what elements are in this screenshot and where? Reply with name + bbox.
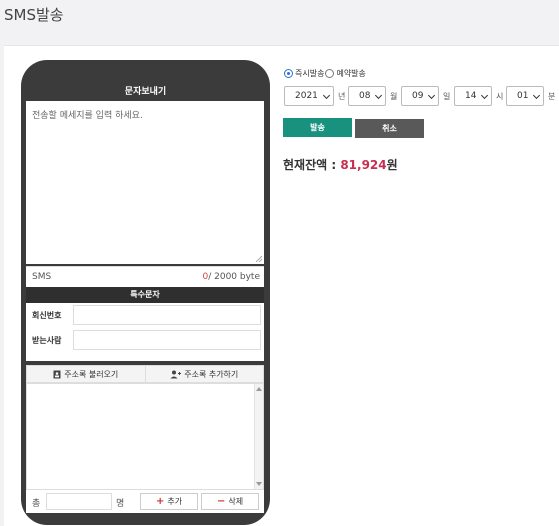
- reserved-label[interactable]: 예약발송: [336, 68, 365, 79]
- plus-icon: +: [155, 496, 165, 507]
- reply-number-row: 회신번호: [26, 303, 264, 327]
- year-unit: 년: [338, 92, 346, 101]
- recipient-row: 받는사람: [26, 328, 264, 352]
- hour-select[interactable]: 14: [454, 86, 492, 106]
- phone-frame: 문자보내기 SMS 0/ 2000 byte 특수문자 회신번호 받는사람: [21, 60, 270, 525]
- current-balance: 현재잔액 : 81,924원: [283, 156, 398, 173]
- balance-amount: 81,924: [340, 158, 387, 172]
- send-button[interactable]: 발송: [283, 118, 352, 137]
- addressbook-buttons: 주소록 불러오기 주소록 추가하기: [26, 365, 264, 383]
- hour-unit: 시: [496, 92, 504, 101]
- add-recipient-button[interactable]: + 추가: [140, 493, 198, 510]
- recipient-count-input[interactable]: [46, 493, 112, 510]
- content-panel: 문자보내기 SMS 0/ 2000 byte 특수문자 회신번호 받는사람: [4, 45, 559, 526]
- minute-value: 01: [517, 91, 529, 101]
- radio-immediate[interactable]: [284, 69, 293, 78]
- byte-counter: 0/ 2000 byte: [203, 272, 261, 282]
- reply-number-input[interactable]: [73, 305, 261, 325]
- day-select[interactable]: 09: [401, 86, 439, 106]
- scroll-up-icon[interactable]: [256, 387, 262, 391]
- balance-unit: 원: [386, 158, 398, 172]
- special-chars-button[interactable]: 특수문자: [26, 287, 264, 303]
- chevron-down-icon: [532, 91, 541, 100]
- day-unit: 일: [443, 92, 451, 101]
- delete-label: 삭제: [228, 497, 244, 506]
- chevron-down-icon: [480, 91, 489, 100]
- month-unit: 월: [390, 92, 398, 101]
- message-mode: SMS: [32, 272, 52, 282]
- year-select[interactable]: 2021: [284, 86, 334, 106]
- add-addressbook-label: 주소록 추가하기: [184, 369, 239, 379]
- minute-select[interactable]: 01: [506, 86, 544, 106]
- reply-number-label: 회신번호: [32, 311, 62, 320]
- total-label: 총: [32, 499, 41, 509]
- balance-label: 현재잔액 :: [283, 158, 341, 172]
- immediate-label[interactable]: 즉시발송: [295, 68, 324, 79]
- recipient-list-scrollbar[interactable]: [254, 384, 263, 489]
- sender-form: 회신번호 받는사람: [26, 303, 264, 361]
- page-title: SMS발송: [4, 6, 64, 24]
- recipient-count-row: 총 명 + 추가 − 삭제: [26, 490, 264, 513]
- phone-title: 문자보내기: [124, 87, 167, 97]
- user-plus-icon: [170, 370, 182, 378]
- message-input[interactable]: [26, 101, 264, 264]
- chevron-down-icon: [322, 91, 331, 100]
- minute-unit: 분: [548, 92, 556, 101]
- cancel-button[interactable]: 취소: [355, 119, 424, 138]
- recipient-input[interactable]: [73, 330, 261, 350]
- send-type-options: 즉시발송 예약발송: [284, 68, 366, 79]
- byte-limit: / 2000 byte: [208, 272, 260, 282]
- minus-icon: −: [216, 496, 226, 507]
- byte-counter-row: SMS 0/ 2000 byte: [26, 266, 264, 287]
- hour-value: 14: [465, 91, 477, 101]
- year-value: 2021: [295, 91, 318, 101]
- radio-reserved[interactable]: [325, 69, 335, 78]
- chevron-down-icon: [374, 91, 383, 100]
- recipient-label: 받는사람: [32, 336, 62, 345]
- addressbook-icon: [53, 370, 61, 378]
- add-addressbook-button[interactable]: 주소록 추가하기: [144, 366, 264, 382]
- month-value: 08: [359, 91, 371, 101]
- delete-recipient-button[interactable]: − 삭제: [201, 493, 259, 510]
- recipient-list[interactable]: [26, 383, 264, 490]
- load-addressbook-label: 주소록 불러오기: [64, 369, 119, 379]
- load-addressbook-button[interactable]: 주소록 불러오기: [27, 366, 145, 382]
- chevron-down-icon: [427, 91, 436, 100]
- count-unit: 명: [116, 499, 125, 509]
- day-value: 09: [412, 91, 424, 101]
- scroll-down-icon[interactable]: [256, 482, 262, 486]
- add-label: 추가: [167, 497, 183, 506]
- resize-grip-icon[interactable]: [255, 255, 262, 262]
- month-select[interactable]: 08: [348, 86, 386, 106]
